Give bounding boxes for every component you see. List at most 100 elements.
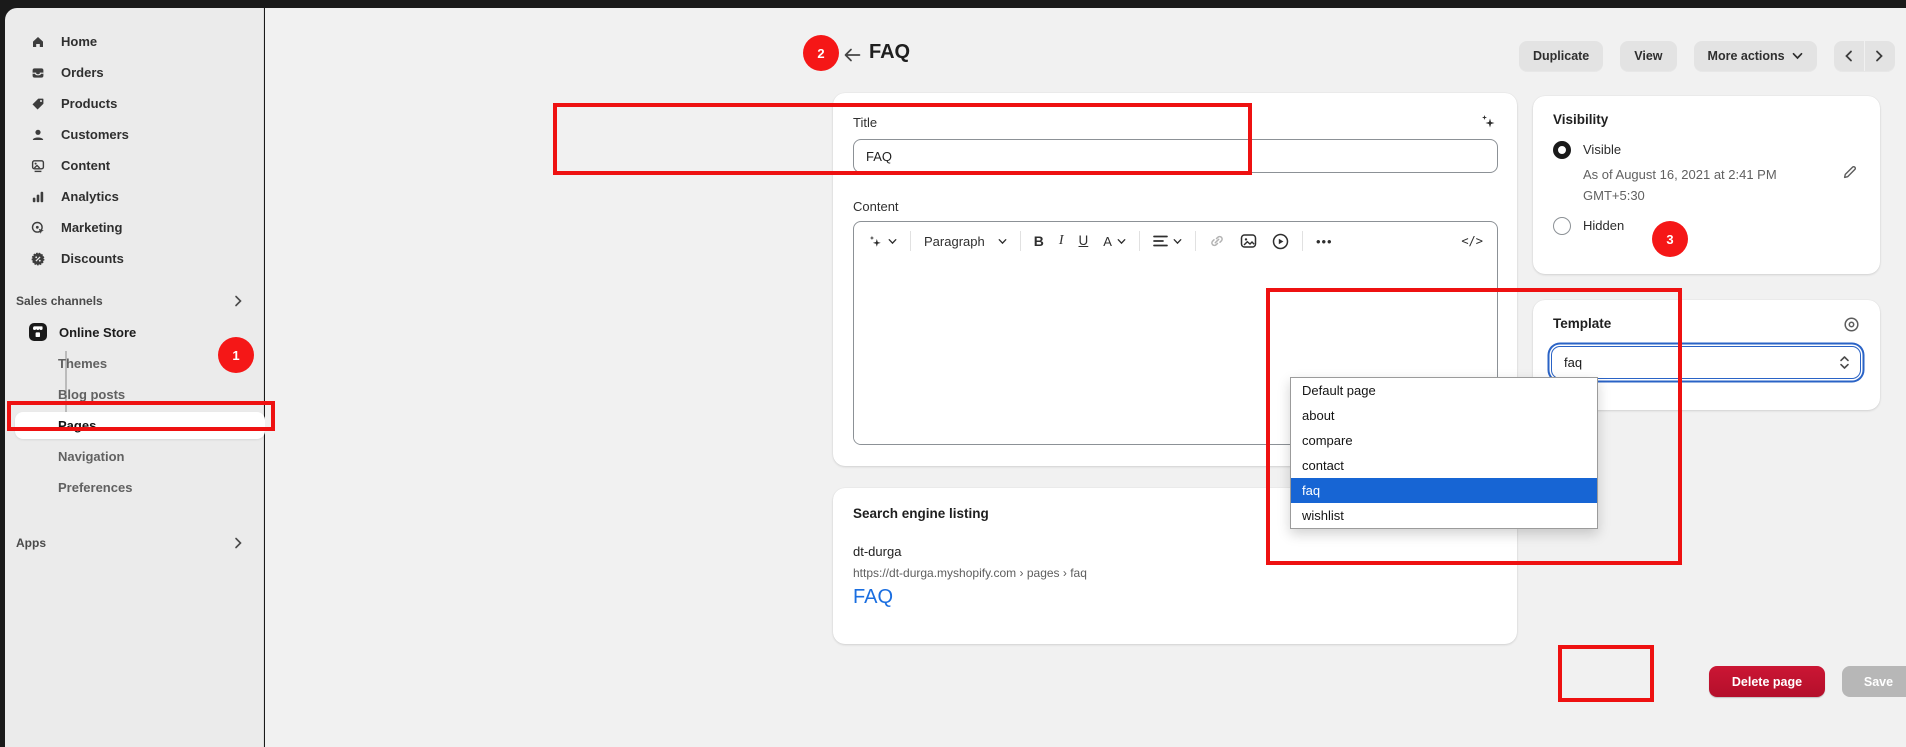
template-option-faq[interactable]: faq (1291, 478, 1597, 503)
previous-page-button[interactable] (1834, 41, 1864, 71)
customers-icon (30, 127, 46, 143)
insert-video-button[interactable] (1270, 231, 1291, 252)
visibility-card: Visibility Visible As of August 16, 2021… (1533, 96, 1880, 274)
analytics-icon (30, 189, 46, 205)
bold-button[interactable]: B (1032, 232, 1046, 250)
sidebar-item-pages[interactable]: Pages (5, 410, 263, 440)
chevron-left-icon (1844, 50, 1853, 62)
orders-icon (30, 65, 46, 81)
title-input[interactable] (853, 139, 1498, 173)
text-color-label: A (1103, 235, 1112, 248)
sidebar-item-label: Content (61, 158, 110, 173)
sidebar-item-navigation[interactable]: Navigation (5, 441, 263, 471)
template-select[interactable]: faq (1551, 346, 1861, 379)
chevron-down-icon (888, 238, 897, 245)
sidebar-item-preferences[interactable]: Preferences (5, 472, 263, 502)
more-actions-label: More actions (1708, 49, 1785, 63)
sidebar-item-label: Marketing (61, 220, 122, 235)
chevron-down-icon (1792, 52, 1803, 60)
visible-radio[interactable] (1553, 141, 1571, 159)
template-dropdown: Default page about compare contact faq w… (1290, 377, 1598, 529)
magic-sparkle-button[interactable] (1480, 113, 1497, 130)
save-button[interactable]: Save (1842, 666, 1906, 697)
header-actions: Duplicate View More actions (1519, 41, 1895, 71)
sidebar-item-orders[interactable]: Orders (5, 57, 263, 88)
sidebar-section-apps[interactable]: Apps (5, 530, 263, 556)
sparkle-icon (1480, 113, 1497, 130)
content-icon (30, 158, 46, 174)
chevron-right-icon (233, 295, 243, 307)
delete-page-button[interactable]: Delete page (1709, 666, 1825, 697)
align-left-icon (1153, 235, 1168, 247)
template-option-default-page[interactable]: Default page (1291, 378, 1597, 403)
view-eye-icon (1843, 316, 1860, 333)
paragraph-label: Paragraph (924, 235, 985, 248)
seo-site-name: dt-durga (853, 544, 901, 559)
template-option-compare[interactable]: compare (1291, 428, 1597, 453)
sidebar-item-home[interactable]: Home (5, 26, 263, 57)
visibility-header: Visibility (1553, 112, 1608, 127)
sidebar-item-label: Analytics (61, 189, 119, 204)
pagination-segment (1834, 41, 1895, 71)
sparkle-icon (868, 234, 883, 249)
show-html-button[interactable]: </> (1459, 233, 1485, 249)
edit-visibility-date-button[interactable] (1842, 164, 1858, 180)
next-page-button[interactable] (1865, 41, 1895, 71)
view-button[interactable]: View (1620, 41, 1676, 71)
alignment-button[interactable] (1151, 233, 1184, 249)
main-content: FAQ Duplicate View More actions Title Co… (265, 8, 1906, 747)
paragraph-style-button[interactable]: Paragraph (922, 233, 1009, 250)
chevron-down-icon (1117, 238, 1126, 245)
link-button[interactable] (1207, 231, 1227, 251)
underline-button[interactable]: U (1077, 232, 1091, 250)
sidebar-item-blog-posts[interactable]: Blog posts (5, 379, 263, 409)
template-option-wishlist[interactable]: wishlist (1291, 503, 1597, 528)
text-color-button[interactable]: A (1101, 233, 1128, 250)
toolbar-divider (1020, 231, 1021, 251)
sidebar-item-discounts[interactable]: Discounts (5, 243, 263, 274)
video-play-icon (1272, 233, 1289, 250)
preview-template-button[interactable] (1843, 316, 1860, 333)
products-icon (30, 96, 46, 112)
sidebar-item-label: Pages (58, 418, 96, 433)
duplicate-button[interactable]: Duplicate (1519, 41, 1603, 71)
more-formatting-button[interactable]: ••• (1314, 233, 1335, 250)
more-actions-button[interactable]: More actions (1694, 41, 1817, 71)
sidebar-section-sales-channels[interactable]: Sales channels (5, 289, 263, 313)
back-button[interactable] (841, 44, 863, 66)
sidebar-item-online-store[interactable]: Online Store (5, 316, 263, 348)
discounts-icon (30, 251, 46, 267)
sidebar-item-label: Preferences (58, 480, 132, 495)
sidebar-item-analytics[interactable]: Analytics (5, 181, 263, 212)
sidebar-item-content[interactable]: Content (5, 150, 263, 181)
template-option-about[interactable]: about (1291, 403, 1597, 428)
hidden-label: Hidden (1583, 218, 1624, 233)
toolbar-divider (1195, 231, 1196, 251)
toolbar-divider (910, 231, 911, 251)
toolbar-divider (1302, 231, 1303, 251)
italic-button[interactable]: I (1057, 232, 1066, 250)
marketing-icon (30, 220, 46, 236)
sales-channels-label: Sales channels (16, 294, 103, 308)
insert-image-button[interactable] (1238, 231, 1259, 251)
sidebar-item-marketing[interactable]: Marketing (5, 212, 263, 243)
hidden-radio[interactable] (1553, 217, 1571, 235)
sidebar-item-themes[interactable]: Themes (5, 348, 263, 378)
sidebar-item-products[interactable]: Products (5, 88, 263, 119)
sidebar-item-label: Products (61, 96, 117, 111)
magic-text-button[interactable] (866, 232, 899, 251)
toolbar-divider (1139, 231, 1140, 251)
back-arrow-icon (844, 48, 861, 62)
sidebar-item-label: Blog posts (58, 387, 125, 402)
visible-since-line1: As of August 16, 2021 at 2:41 PM (1583, 164, 1777, 185)
page-title: FAQ (869, 41, 910, 64)
template-option-contact[interactable]: contact (1291, 453, 1597, 478)
content-field-label: Content (853, 199, 899, 214)
template-selected-value: faq (1564, 355, 1582, 370)
view-label: View (1634, 49, 1662, 63)
sidebar-item-customers[interactable]: Customers (5, 119, 263, 150)
seo-page-link[interactable]: FAQ (853, 586, 893, 609)
title-field-label: Title (853, 115, 877, 130)
editor-toolbar: Paragraph B I U A (854, 222, 1497, 260)
online-store-icon (27, 321, 49, 343)
